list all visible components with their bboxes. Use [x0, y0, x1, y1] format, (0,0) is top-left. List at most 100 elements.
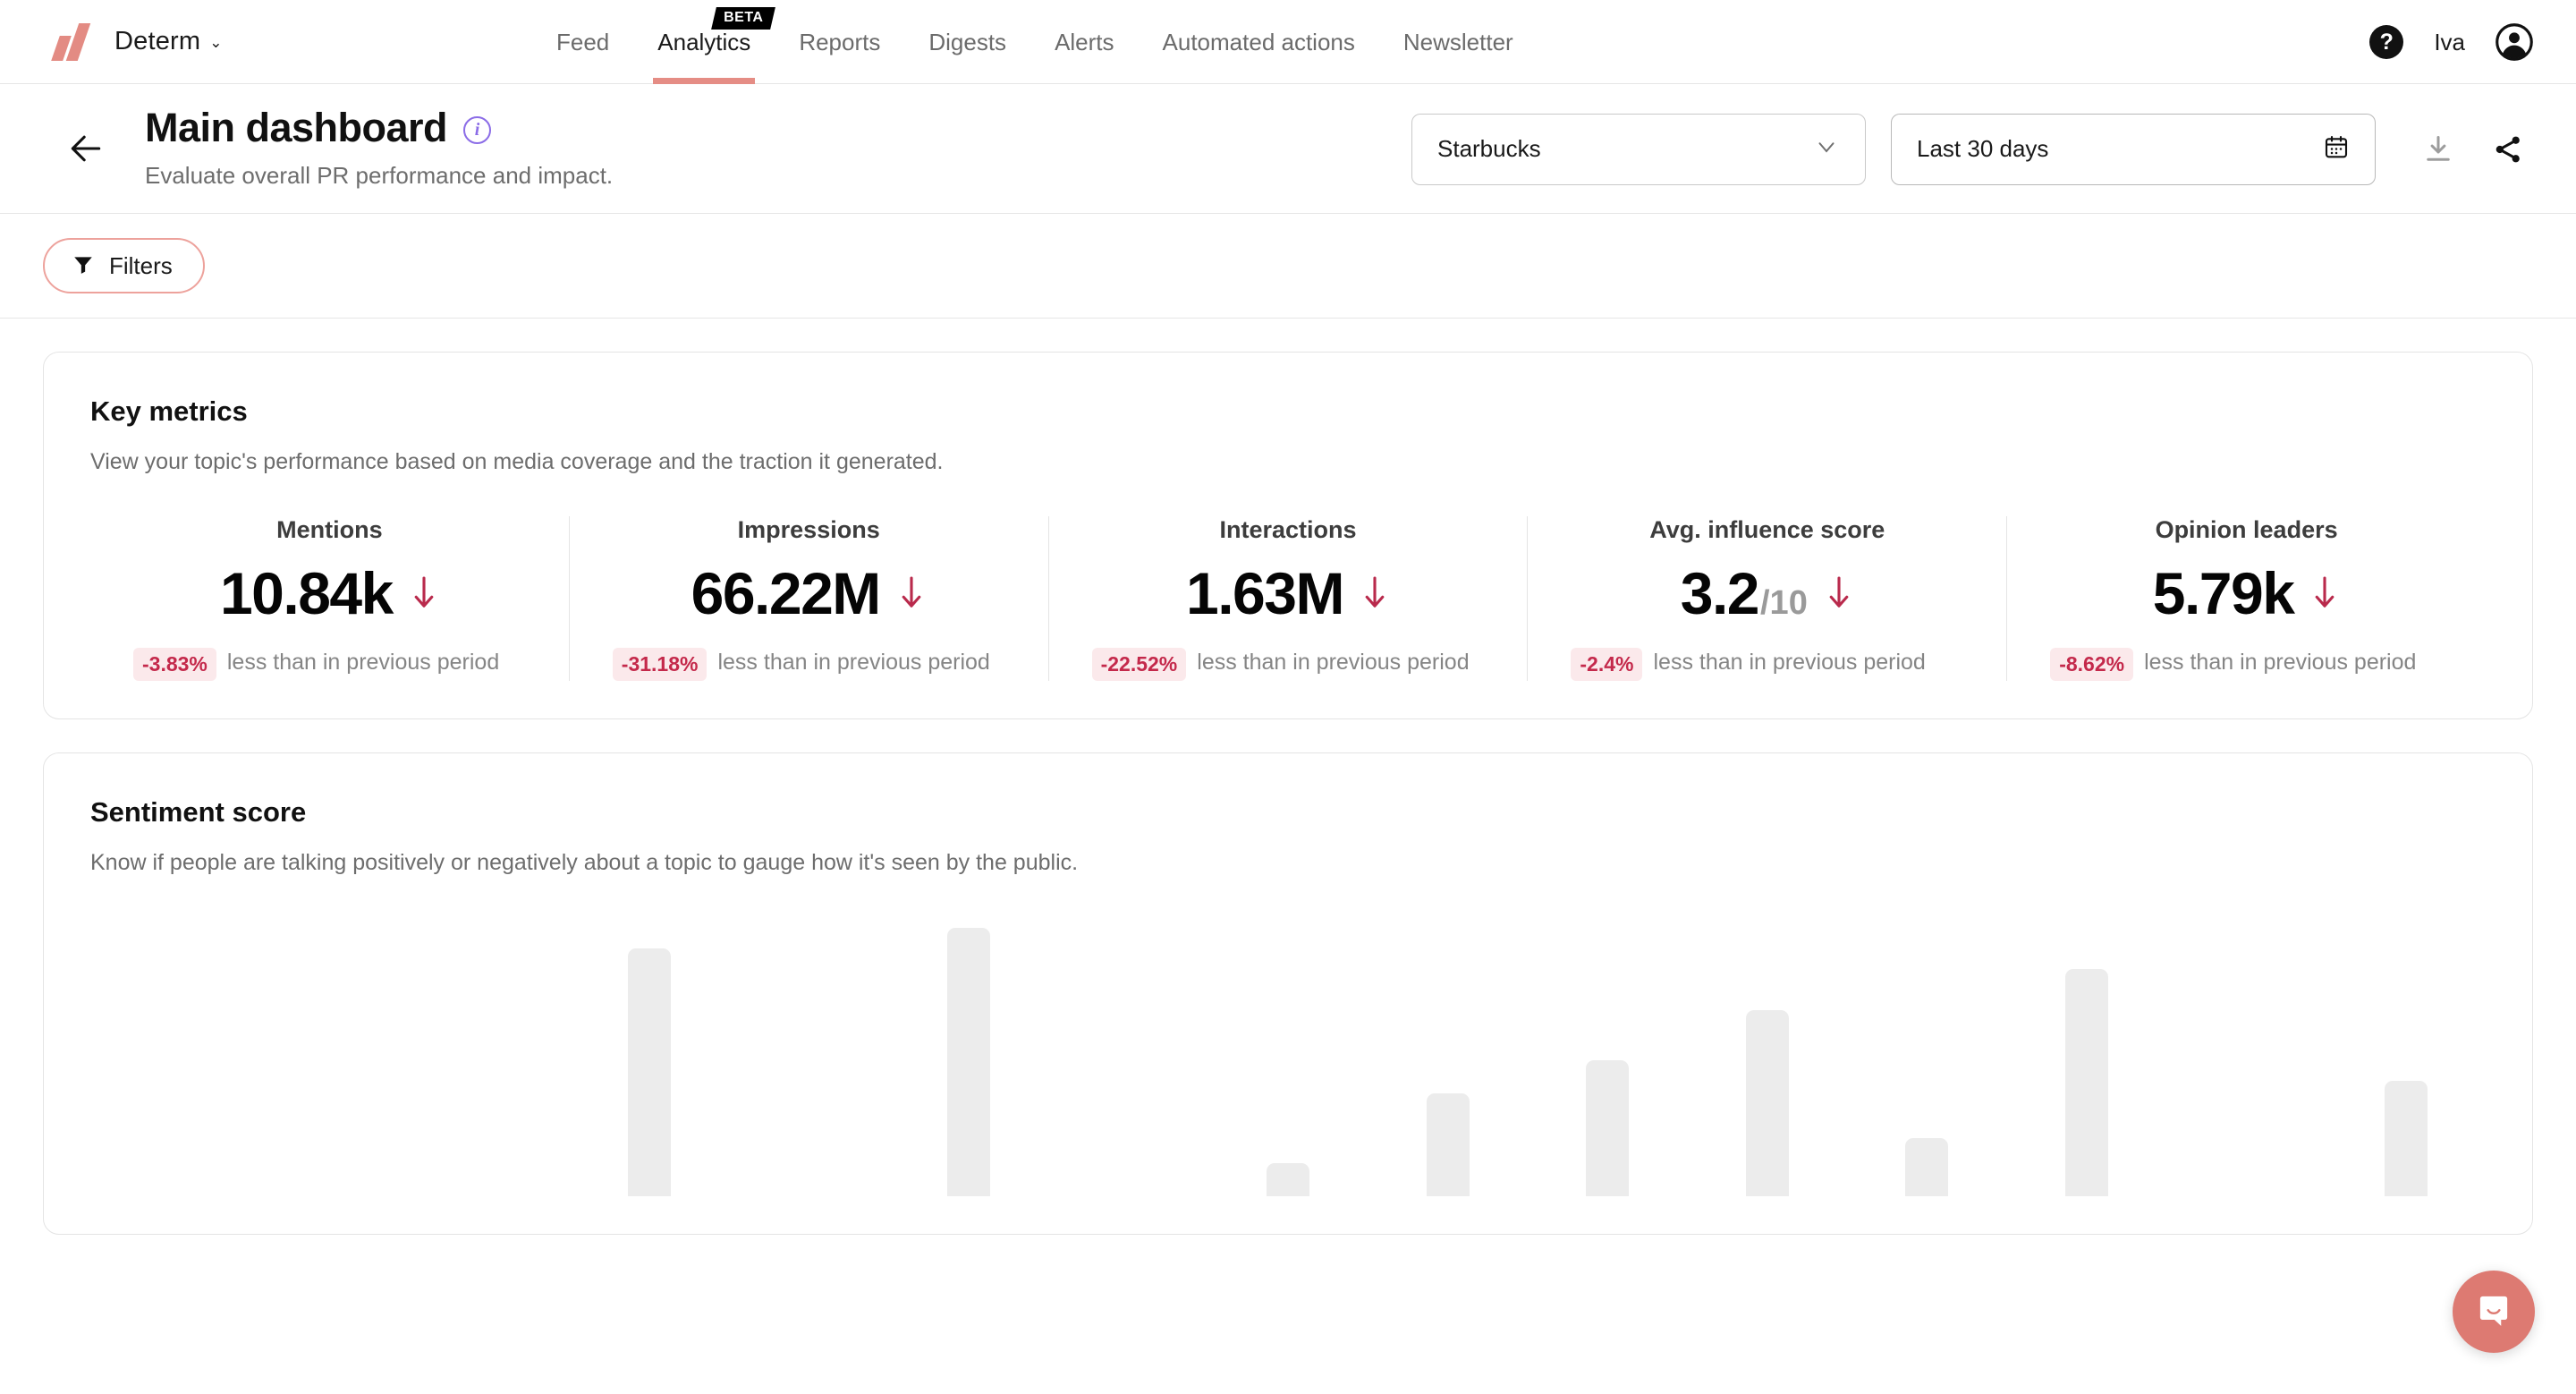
filter-icon: [72, 252, 95, 280]
brand-name: Determ: [114, 27, 201, 55]
metric-interactions: Interactions 1.63M -22.52% less than in …: [1049, 516, 1529, 682]
chart-bar-slot: [90, 928, 250, 1196]
tab-alerts-label: Alerts: [1055, 28, 1114, 55]
filter-bar: Filters: [0, 214, 2576, 319]
trend-down-icon: [1360, 575, 1390, 611]
help-icon[interactable]: ?: [2369, 25, 2404, 59]
page-subtitle: Evaluate overall PR performance and impa…: [145, 162, 614, 189]
key-metrics-card: Key metrics View your topic's performanc…: [43, 352, 2533, 720]
sentiment-title: Sentiment score: [90, 796, 307, 829]
topic-select-value: Starbucks: [1437, 135, 1541, 162]
determ-logo-icon: [51, 22, 95, 61]
date-range-picker[interactable]: Last 30 days: [1891, 113, 2376, 185]
chart-bar-slot: [1208, 928, 1368, 1197]
chart-bars: [90, 928, 2486, 1197]
key-metrics-list: Mentions 10.84k -3.83% less than in prev…: [90, 516, 2486, 682]
chart-bar-slot: [410, 928, 570, 1196]
user-name: Iva: [2434, 28, 2465, 55]
key-metrics-title: Key metrics: [90, 395, 248, 427]
delta-badge: -3.83%: [133, 648, 216, 682]
metric-opinion-leaders: Opinion leaders 5.79k -8.62% less than i…: [2007, 516, 2486, 682]
chart-bar-slot: [1847, 928, 2007, 1197]
chart-bar-slot: [1048, 928, 1208, 1196]
chart-bar[interactable]: [1745, 1010, 1789, 1197]
chart-bar-slot: [2326, 928, 2486, 1197]
download-button[interactable]: [2413, 124, 2463, 174]
chevron-down-icon: [1813, 133, 1840, 165]
chart-bar[interactable]: [946, 928, 990, 1197]
metric-avg-influence-score: Avg. influence score 3.2 /10 -2.4% less …: [1528, 516, 2008, 682]
tab-digests[interactable]: Digests: [904, 0, 1030, 84]
tab-reports-label: Reports: [799, 28, 881, 55]
tab-analytics-label: Analytics: [657, 28, 751, 55]
sentiment-subtitle: Know if people are talking positively or…: [90, 850, 1079, 876]
metric-label: Interactions: [1219, 516, 1357, 543]
metric-denominator: /10: [1760, 584, 1808, 622]
page-title-block: Main dashboard i Evaluate overall PR per…: [145, 107, 613, 190]
chart-bar-slot: [2166, 928, 2326, 1196]
chart-bar[interactable]: [1426, 1093, 1470, 1197]
delta-text: less than in previous period: [226, 650, 500, 675]
tab-feed[interactable]: Feed: [532, 0, 633, 84]
back-button[interactable]: [63, 125, 109, 172]
metric-value: 3.2: [1680, 560, 1760, 626]
sentiment-score-card: Sentiment score Know if people are talki…: [43, 752, 2533, 1236]
top-navigation-bar: Determ ⌄ Feed Analytics BETA Reports Dig…: [0, 0, 2576, 84]
metric-impressions: Impressions 66.22M -31.18% less than in …: [570, 516, 1049, 682]
date-range-value: Last 30 days: [1917, 135, 2049, 162]
metric-value: 5.79k: [2152, 560, 2295, 626]
chart-bar-slot: [2006, 928, 2166, 1197]
chart-bar[interactable]: [627, 948, 671, 1197]
delta-badge: -31.18%: [612, 648, 708, 682]
info-icon[interactable]: i: [463, 115, 492, 144]
beta-badge-label: BETA: [724, 10, 764, 25]
metric-label: Opinion leaders: [2155, 516, 2338, 543]
beta-badge: BETA: [711, 7, 776, 30]
filters-button-label: Filters: [109, 251, 173, 279]
delta-text: less than in previous period: [1653, 650, 1926, 675]
metric-value: 10.84k: [219, 560, 394, 626]
trend-down-icon: [409, 575, 439, 611]
tab-analytics[interactable]: Analytics BETA: [633, 0, 776, 84]
chart-bar[interactable]: [2384, 1081, 2428, 1197]
trend-down-icon: [2309, 575, 2340, 611]
metric-label: Mentions: [276, 516, 383, 543]
chart-bar-slot: [570, 928, 730, 1197]
chevron-down-icon[interactable]: ⌄: [209, 34, 222, 52]
chart-bar[interactable]: [2064, 969, 2108, 1197]
page-title: Main dashboard: [145, 105, 448, 150]
tab-newsletter[interactable]: Newsletter: [1379, 0, 1538, 84]
page-header: Main dashboard i Evaluate overall PR per…: [0, 84, 2576, 214]
chart-bar[interactable]: [1266, 1163, 1309, 1197]
tab-digests-label: Digests: [928, 28, 1007, 55]
nav-right-actions: ? Iva: [2369, 0, 2533, 84]
delta-badge: -2.4%: [1571, 648, 1643, 682]
chart-bar[interactable]: [1586, 1060, 1630, 1197]
topic-select[interactable]: Starbucks: [1411, 113, 1866, 185]
chat-bubble-icon: [2474, 1290, 2513, 1334]
filters-button[interactable]: Filters: [43, 238, 205, 293]
delta-badge: -8.62%: [2050, 648, 2134, 682]
metric-mentions: Mentions 10.84k -3.83% less than in prev…: [90, 516, 570, 682]
metric-value: 66.22M: [691, 560, 882, 626]
metric-label: Impressions: [737, 516, 880, 543]
chat-launcher-button[interactable]: [2453, 1271, 2535, 1353]
chart-bar-slot: [889, 928, 1049, 1197]
brand-menu[interactable]: Determ ⌄: [51, 22, 223, 61]
delta-text: less than in previous period: [717, 650, 990, 675]
tab-automated-actions[interactable]: Automated actions: [1139, 0, 1379, 84]
calendar-icon: [2323, 133, 2350, 165]
avatar[interactable]: [2496, 23, 2533, 61]
chart-bar[interactable]: [1905, 1138, 1949, 1197]
share-button[interactable]: [2483, 124, 2533, 174]
delta-badge: -22.52%: [1091, 648, 1187, 682]
metric-label: Avg. influence score: [1649, 516, 1885, 543]
tab-alerts[interactable]: Alerts: [1030, 0, 1138, 84]
trend-down-icon: [896, 575, 927, 611]
chart-bar-slot: [1368, 928, 1528, 1197]
delta-text: less than in previous period: [1197, 650, 1470, 675]
chart-bar-slot: [250, 928, 411, 1196]
tab-reports[interactable]: Reports: [775, 0, 904, 84]
delta-text: less than in previous period: [2144, 650, 2417, 675]
tab-newsletter-label: Newsletter: [1402, 28, 1513, 55]
